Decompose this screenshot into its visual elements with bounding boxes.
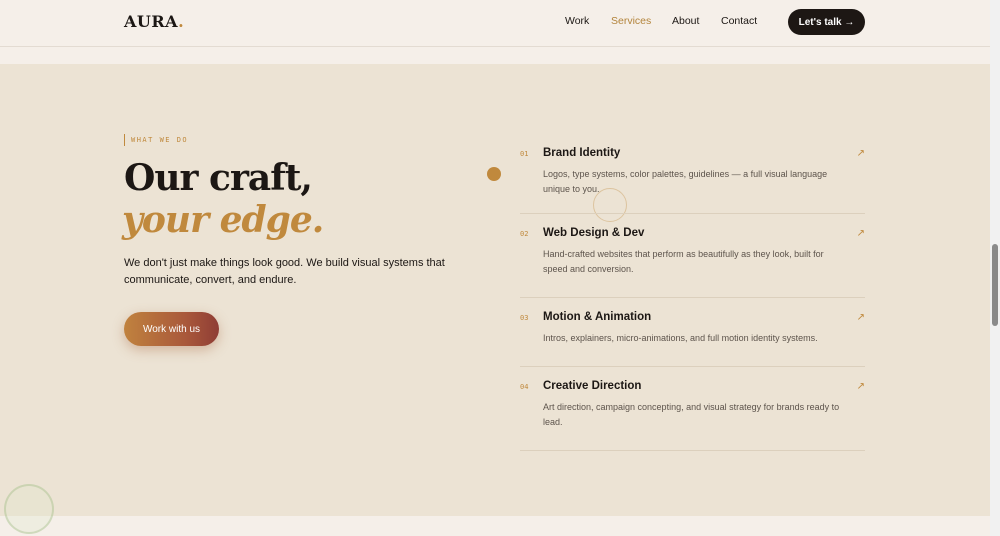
brand-logo[interactable]: AURA. (124, 12, 184, 31)
nav-link-about[interactable]: About (672, 15, 699, 27)
service-item[interactable]: 03 Motion & Animation Intros, explainers… (520, 298, 865, 367)
work-with-us-button[interactable]: Work with us (124, 312, 219, 346)
service-number: 04 (520, 383, 529, 391)
lets-talk-button[interactable]: Let's talk → (788, 9, 865, 35)
service-description: Art direction, campaign concepting, and … (543, 402, 840, 427)
service-item[interactable]: 02 Web Design & Dev Hand-crafted website… (520, 214, 865, 298)
service-description: Logos, type systems, color palettes, gui… (543, 169, 828, 194)
service-item[interactable]: 04 Creative Direction Art direction, cam… (520, 367, 865, 451)
service-title: Web Design & Dev (543, 227, 645, 239)
logo-dot: . (178, 12, 185, 31)
section-eyebrow: WHAT WE DO (124, 134, 188, 146)
service-title: Creative Direction (543, 380, 642, 392)
service-title: Motion & Animation (543, 311, 652, 323)
service-description: Intros, explainers, micro-animations, an… (543, 333, 818, 343)
nav-link-services[interactable]: Services (611, 15, 651, 27)
next-section-edge (0, 516, 990, 536)
heading-line-2: your edge. (122, 199, 324, 241)
service-number: 01 (520, 150, 529, 158)
service-title: Brand Identity (543, 147, 621, 159)
nav-link-contact[interactable]: Contact (721, 15, 757, 27)
service-number: 02 (520, 230, 529, 238)
services-list: 01 Brand Identity Logos, type systems, c… (520, 134, 865, 451)
arrow-up-right-icon[interactable]: ↗ (857, 381, 865, 392)
top-nav: AURA. Work Services About Contact Let's … (0, 0, 990, 47)
page-scrollbar[interactable] (990, 0, 1000, 536)
service-item[interactable]: 01 Brand Identity Logos, type systems, c… (520, 134, 865, 214)
service-description: Hand-crafted websites that perform as be… (543, 249, 824, 274)
scrollbar-thumb[interactable] (992, 244, 998, 326)
arrow-up-right-icon[interactable]: ↗ (857, 228, 865, 239)
watermark-logo-icon (4, 484, 54, 534)
page: AURA. Work Services About Contact Let's … (0, 0, 990, 536)
arrow-up-right-icon[interactable]: ↗ (857, 148, 865, 159)
arrow-up-right-icon[interactable]: ↗ (857, 312, 865, 323)
logo-text: AURA (124, 12, 179, 31)
nav-link-work[interactable]: Work (565, 15, 589, 27)
section-intro: We don't just make things look good. We … (124, 257, 445, 286)
service-number: 03 (520, 314, 529, 322)
nav-spacer (0, 47, 990, 64)
cursor-dot (487, 167, 501, 181)
services-section: WHAT WE DO Our craft, your edge. We don'… (0, 64, 990, 516)
heading-line-1: Our craft, (124, 157, 313, 199)
